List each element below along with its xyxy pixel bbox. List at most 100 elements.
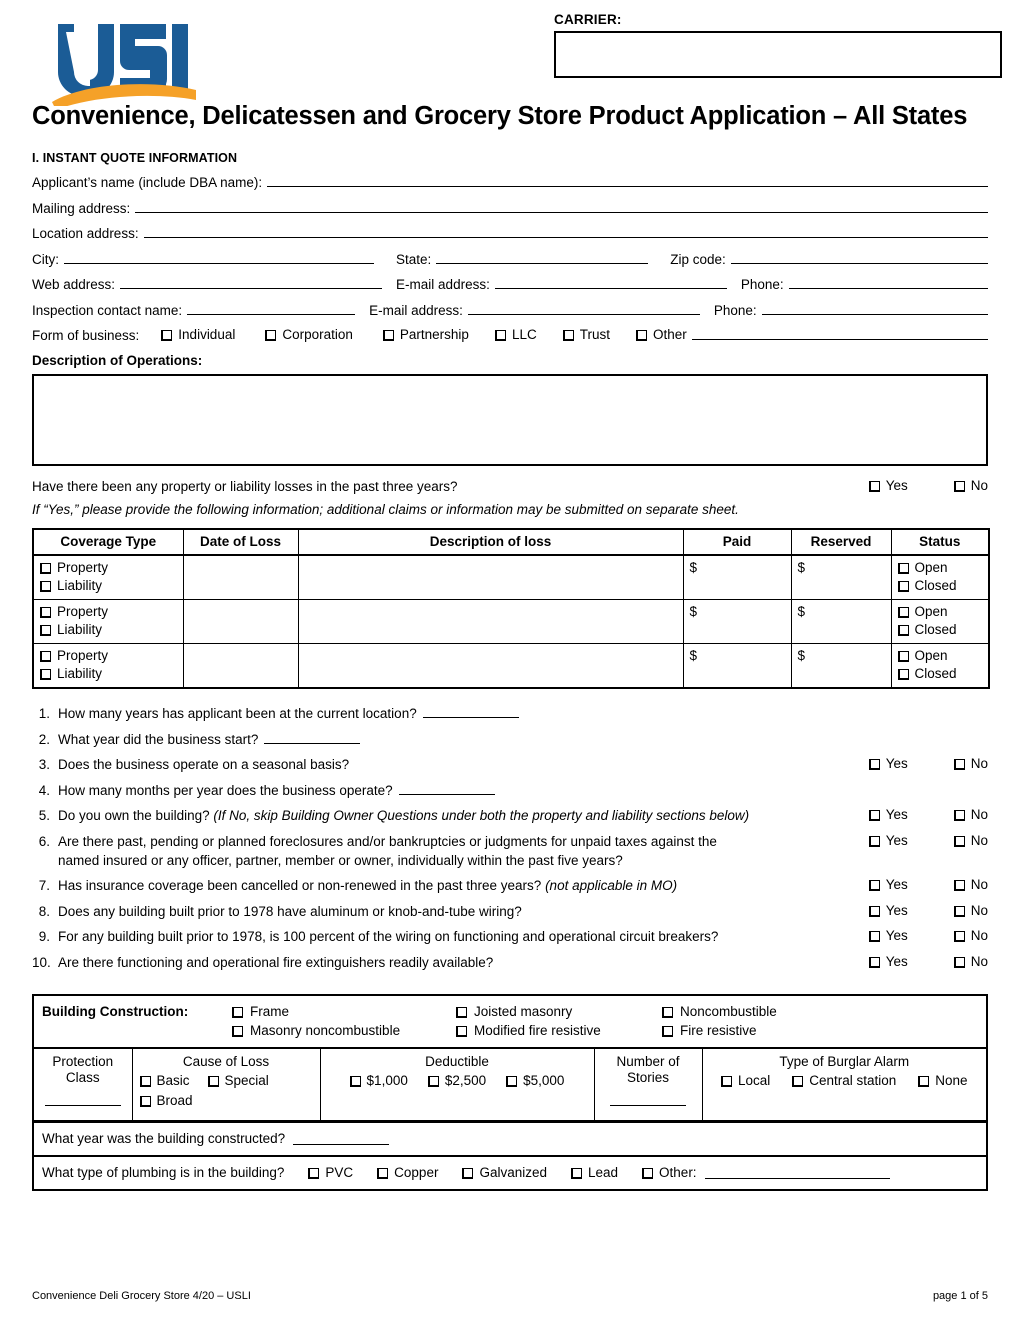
checkbox-status-open[interactable]: Open [897, 560, 983, 575]
cell-paid[interactable]: $ [682, 643, 792, 689]
city-input[interactable] [64, 250, 374, 264]
description-of-operations-textarea[interactable] [32, 374, 988, 467]
checkbox-plumbing-other[interactable]: Other: [642, 1165, 697, 1180]
applicant-name-input[interactable] [267, 173, 988, 188]
inspection-contact-input[interactable] [187, 301, 356, 315]
checkbox-q3-no[interactable]: No [953, 756, 988, 771]
checkbox-modified-fire-resistive[interactable]: Modified fire resistive [456, 1023, 662, 1038]
checkbox-alarm-local[interactable]: Local [720, 1073, 770, 1088]
mailing-address-input[interactable] [135, 199, 988, 213]
cell-paid[interactable]: $ [682, 599, 792, 645]
web-address-input[interactable] [120, 275, 383, 290]
question-answer-input[interactable] [398, 782, 495, 795]
checkbox-masonry-noncombustible[interactable]: Masonry noncombustible [232, 1023, 456, 1038]
year-built-input[interactable] [293, 1132, 390, 1145]
checkbox-corporation[interactable]: Corporation [265, 327, 353, 342]
checkbox-llc[interactable]: LLC [494, 327, 537, 342]
email-address-input[interactable] [494, 275, 727, 290]
question-answer-input[interactable] [422, 705, 519, 719]
checkbox-status-open[interactable]: Open [897, 648, 983, 663]
inspection-phone-input[interactable] [761, 301, 988, 315]
checkbox-deductible-5000[interactable]: $5,000 [506, 1073, 564, 1088]
checkbox-joisted-masonry[interactable]: Joisted masonry [456, 1004, 662, 1019]
cell-status: Open Closed [890, 554, 990, 601]
checkbox-coverage-property[interactable]: Property [40, 648, 177, 663]
cell-date-of-loss[interactable] [182, 643, 299, 689]
checkbox-coverage-property[interactable]: Property [40, 604, 177, 619]
checkbox-trust[interactable]: Trust [562, 327, 610, 342]
question-number: 1. [38, 706, 50, 722]
phone-input[interactable] [788, 275, 988, 290]
checkbox-icon [953, 835, 965, 847]
cell-description-of-loss[interactable] [297, 554, 684, 601]
checkbox-plumbing-lead[interactable]: Lead [571, 1165, 618, 1180]
checkbox-broad[interactable]: Broad [139, 1093, 193, 1108]
checkbox-icon [40, 607, 51, 619]
checkbox-other-business[interactable]: Other [635, 327, 687, 342]
cell-reserved[interactable]: $ [790, 554, 892, 601]
checkbox-coverage-property[interactable]: Property [40, 560, 177, 575]
col-coverage-type: Coverage Type [32, 528, 184, 557]
loss-table-row: Property Liability $ $ Open Closed [32, 599, 990, 645]
checkbox-q5-no[interactable]: No [953, 807, 988, 822]
checkbox-noncombustible[interactable]: Noncombustible [662, 1004, 777, 1019]
checkbox-loss-no[interactable]: No [953, 478, 988, 493]
checkbox-fire-resistive[interactable]: Fire resistive [662, 1023, 757, 1038]
inspection-email-input[interactable] [467, 301, 700, 315]
checkbox-q5-yes[interactable]: Yes [868, 807, 908, 822]
checkbox-deductible-2500[interactable]: $2,500 [427, 1073, 486, 1088]
checkbox-q8-no[interactable]: No [953, 903, 988, 918]
checkbox-plumbing-copper[interactable]: Copper [377, 1165, 438, 1180]
question-text: How many months per year does the busine… [58, 782, 988, 798]
checkbox-status-closed[interactable]: Closed [897, 578, 983, 593]
checkbox-q9-no[interactable]: No [953, 928, 988, 943]
checkbox-icon [427, 1075, 439, 1087]
checkbox-basic[interactable]: Basic [139, 1073, 190, 1088]
checkbox-coverage-liability[interactable]: Liability [40, 578, 177, 593]
checkbox-individual[interactable]: Individual [161, 327, 235, 342]
checkbox-alarm-central-station[interactable]: Central station [792, 1073, 896, 1088]
checkbox-loss-yes[interactable]: Yes [868, 478, 908, 493]
checkbox-coverage-liability[interactable]: Liability [40, 622, 177, 637]
other-business-input[interactable] [691, 326, 988, 341]
checkbox-q9-yes[interactable]: Yes [868, 928, 908, 943]
question-answer-input[interactable] [264, 731, 361, 744]
cell-cause-of-loss: Cause of Loss Basic Special Broad [131, 1047, 321, 1121]
state-input[interactable] [436, 250, 649, 264]
checkbox-alarm-none[interactable]: None [918, 1073, 968, 1088]
cell-reserved[interactable]: $ [790, 599, 892, 645]
number-of-stories-input[interactable] [610, 1094, 686, 1106]
checkbox-plumbing-galvanized[interactable]: Galvanized [462, 1165, 547, 1180]
checkbox-q6-no[interactable]: No [953, 833, 988, 848]
checkbox-q8-yes[interactable]: Yes [868, 903, 908, 918]
checkbox-deductible-1000[interactable]: $1,000 [349, 1073, 408, 1088]
checkbox-q10-yes[interactable]: Yes [868, 954, 908, 969]
cell-paid[interactable]: $ [682, 554, 792, 601]
cell-date-of-loss[interactable] [182, 599, 299, 645]
checkbox-q7-yes[interactable]: Yes [868, 877, 908, 893]
protection-class-input[interactable] [44, 1094, 121, 1106]
carrier-input[interactable] [554, 31, 1002, 78]
question-row-7: 7. Has insurance coverage been cancelled … [32, 877, 988, 893]
checkbox-label: Yes [885, 877, 908, 893]
checkbox-plumbing-pvc[interactable]: PVC [308, 1165, 353, 1180]
checkbox-status-closed[interactable]: Closed [897, 622, 983, 637]
checkbox-partnership[interactable]: Partnership [382, 327, 469, 342]
checkbox-coverage-liability[interactable]: Liability [40, 666, 177, 681]
cell-reserved[interactable]: $ [790, 643, 892, 689]
checkbox-status-closed[interactable]: Closed [897, 666, 983, 681]
checkbox-q6-yes[interactable]: Yes [868, 833, 908, 848]
cell-date-of-loss[interactable] [182, 554, 299, 601]
zip-input[interactable] [730, 250, 988, 264]
question-yesno: Yes No [859, 928, 988, 943]
location-address-input[interactable] [143, 224, 988, 239]
checkbox-status-open[interactable]: Open [897, 604, 983, 619]
checkbox-q7-no[interactable]: No [953, 877, 988, 892]
plumbing-other-input[interactable] [704, 1166, 890, 1179]
checkbox-q10-no[interactable]: No [953, 954, 988, 969]
cell-description-of-loss[interactable] [297, 643, 684, 689]
checkbox-frame[interactable]: Frame [232, 1004, 456, 1019]
checkbox-q3-yes[interactable]: Yes [868, 756, 908, 771]
checkbox-special[interactable]: Special [207, 1073, 269, 1088]
cell-description-of-loss[interactable] [297, 599, 684, 645]
